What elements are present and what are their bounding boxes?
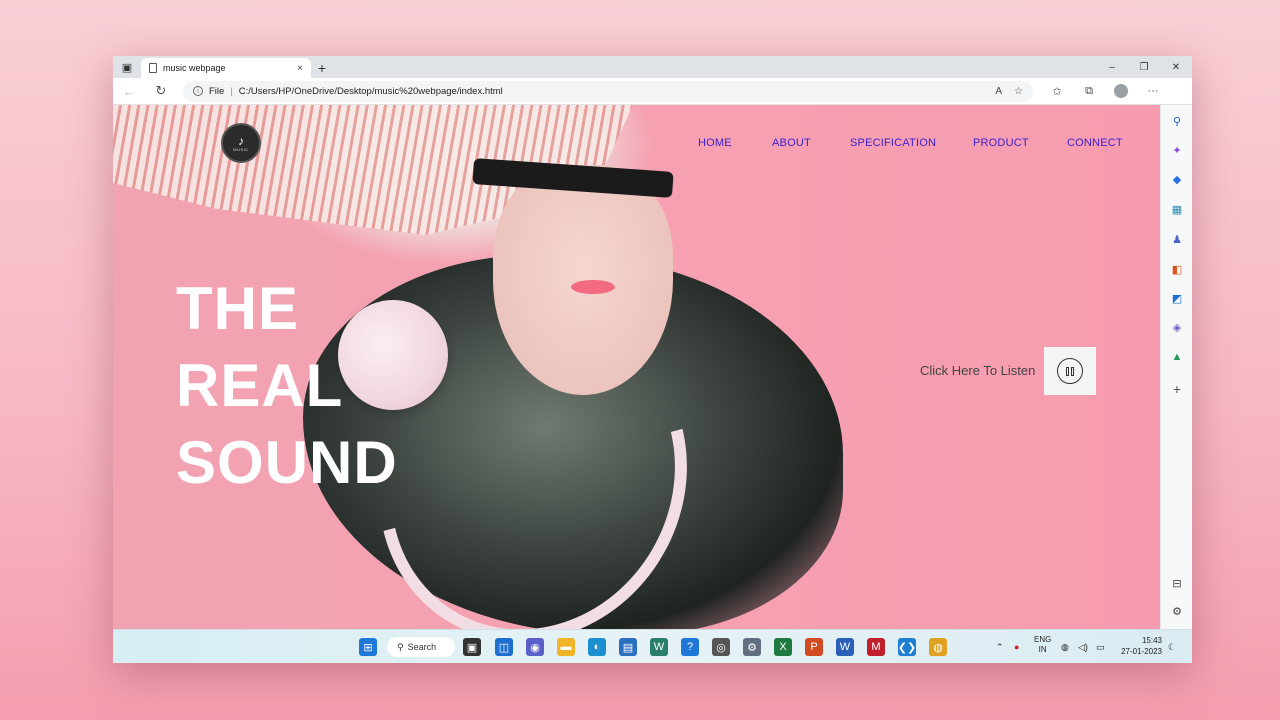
hero-image-lips xyxy=(571,280,615,294)
chrome-icon[interactable]: ◍ xyxy=(929,638,947,656)
powerpoint-icon[interactable]: P xyxy=(805,638,823,656)
vscode-icon[interactable]: ❮❯ xyxy=(898,638,916,656)
battery-icon[interactable]: ▭ xyxy=(1096,630,1105,663)
copilot-icon[interactable]: ✦ xyxy=(1161,144,1192,157)
toolbar: ✩ ⧉ ··· xyxy=(1041,84,1169,98)
address-bar-row: ← ↻ i File | C:/Users/HP/OneDrive/Deskto… xyxy=(113,78,1192,105)
web-page: ♪ MUSIC HOME ABOUT SPECIFICATION PRODUCT… xyxy=(113,105,1160,629)
pause-icon xyxy=(1057,358,1083,384)
url-text[interactable]: C:/Users/HP/OneDrive/Desktop/music%20web… xyxy=(239,86,984,97)
music-note-icon: ♪ xyxy=(238,133,244,148)
camera-icon[interactable]: ◎ xyxy=(712,638,730,656)
taskbar-search-label: Search xyxy=(407,642,437,652)
settings-icon[interactable]: ⚙ xyxy=(1161,605,1192,618)
read-aloud-icon[interactable]: A xyxy=(995,86,1002,97)
taskbar-search[interactable]: ⚲ Search xyxy=(387,637,455,657)
logo-text: MUSIC xyxy=(233,146,249,152)
taskbar: ⊞ ⚲ Search ▣ ◫ ◉ ▬ ◐ ▤ W ? ◎ ⚙ X P W M ❮… xyxy=(113,629,1192,663)
close-tab-icon[interactable]: × xyxy=(297,63,303,74)
task-view-icon[interactable]: ▣ xyxy=(463,638,481,656)
search-icon: ⚲ xyxy=(397,641,404,652)
search-icon[interactable]: ⚲ xyxy=(1161,115,1192,128)
close-window-button[interactable]: ✕ xyxy=(1160,56,1192,78)
favorites-icon[interactable]: ✩ xyxy=(1041,84,1073,98)
listen-label: Click Here To Listen xyxy=(920,363,1036,378)
people-icon[interactable]: ♟ xyxy=(1161,233,1192,246)
file-explorer-icon[interactable]: ▬ xyxy=(557,638,575,656)
headline-line: REAL xyxy=(176,352,344,419)
hero-headline: THE REAL SOUND xyxy=(176,270,398,501)
more-icon[interactable]: ··· xyxy=(1137,84,1169,98)
taskbar-clock[interactable]: 15:43 27-01-2023 xyxy=(1116,635,1162,657)
browser-window: ▣ music webpage × + – ❐ ✕ ← ↻ i File | C… xyxy=(113,56,1192,663)
profile-avatar[interactable] xyxy=(1114,84,1128,98)
outlook-icon[interactable]: ◩ xyxy=(1161,292,1192,305)
window-controls: – ❐ ✕ xyxy=(1096,56,1192,78)
panel-icon[interactable]: ⊟ xyxy=(1161,577,1192,590)
drop-icon[interactable]: ◈ xyxy=(1161,321,1192,334)
play-pause-button[interactable] xyxy=(1044,347,1096,395)
shopping-tag-icon[interactable]: ◆ xyxy=(1161,173,1192,186)
network-icon[interactable]: ◍ xyxy=(1061,630,1069,663)
headline-line: THE xyxy=(176,275,299,342)
settings-app-icon[interactable]: ⚙ xyxy=(743,638,761,656)
language-indicator[interactable]: ENG IN xyxy=(1034,635,1051,655)
office-icon[interactable]: ◧ xyxy=(1161,263,1192,276)
minimize-button[interactable]: – xyxy=(1096,56,1128,78)
restore-button[interactable]: ❐ xyxy=(1128,56,1160,78)
tools-icon[interactable]: ▦ xyxy=(1161,203,1192,216)
help-icon[interactable]: ? xyxy=(681,638,699,656)
tab-title: music webpage xyxy=(163,63,226,73)
nav-home[interactable]: HOME xyxy=(698,137,732,149)
file-label: File xyxy=(209,85,225,97)
clock-date: 27-01-2023 xyxy=(1121,647,1162,656)
clock-time: 15:43 xyxy=(1141,636,1162,645)
chat-icon[interactable]: ◉ xyxy=(526,638,544,656)
store-icon[interactable]: ▤ xyxy=(619,638,637,656)
add-favorite-icon[interactable]: ☆ xyxy=(1014,86,1023,97)
word-icon[interactable]: W xyxy=(836,638,854,656)
refresh-button[interactable]: ↻ xyxy=(145,78,177,105)
nav-specification[interactable]: SPECIFICATION xyxy=(850,137,936,149)
new-tab-button[interactable]: + xyxy=(311,58,333,78)
record-icon[interactable]: ● xyxy=(1014,630,1019,663)
add-icon[interactable]: + xyxy=(1161,381,1192,397)
nav-connect[interactable]: CONNECT xyxy=(1067,137,1123,149)
tree-icon[interactable]: ▲ xyxy=(1161,351,1192,363)
volume-icon[interactable]: ◁) xyxy=(1078,630,1088,663)
info-icon[interactable]: i xyxy=(193,86,203,96)
tab-bar: ▣ music webpage × + – ❐ ✕ xyxy=(113,56,1192,78)
excel-icon[interactable]: X xyxy=(774,638,792,656)
app-icon[interactable]: W xyxy=(650,638,668,656)
edge-icon[interactable]: ◐ xyxy=(588,638,606,656)
site-logo[interactable]: ♪ MUSIC xyxy=(221,123,261,163)
collections-icon[interactable]: ⧉ xyxy=(1073,84,1105,98)
tab-actions-icon[interactable]: ▣ xyxy=(113,56,141,78)
page-icon xyxy=(149,63,157,73)
nav-about[interactable]: ABOUT xyxy=(772,137,811,149)
edge-sidebar: ⚲ ✦ ◆ ▦ ♟ ◧ ◩ ◈ ▲ + ⊟ ⚙ xyxy=(1160,105,1192,629)
back-button[interactable]: ← xyxy=(113,78,145,105)
address-bar[interactable]: i File | C:/Users/HP/OneDrive/Desktop/mu… xyxy=(183,80,1033,102)
windows-start-icon[interactable]: ⊞ xyxy=(359,638,377,656)
lang-line-1: ENG xyxy=(1034,635,1052,644)
tab-music-webpage[interactable]: music webpage × xyxy=(141,58,311,78)
nav-product[interactable]: PRODUCT xyxy=(973,137,1029,149)
notifications-icon[interactable]: ☾ xyxy=(1168,630,1176,663)
lang-line-2: IN xyxy=(1038,645,1047,654)
show-hidden-icons[interactable]: ⌃ xyxy=(996,630,1004,663)
address-separator: | xyxy=(230,85,233,97)
widgets-icon[interactable]: ◫ xyxy=(495,638,513,656)
headline-line: SOUND xyxy=(176,429,398,496)
mcafee-icon[interactable]: M xyxy=(867,638,885,656)
